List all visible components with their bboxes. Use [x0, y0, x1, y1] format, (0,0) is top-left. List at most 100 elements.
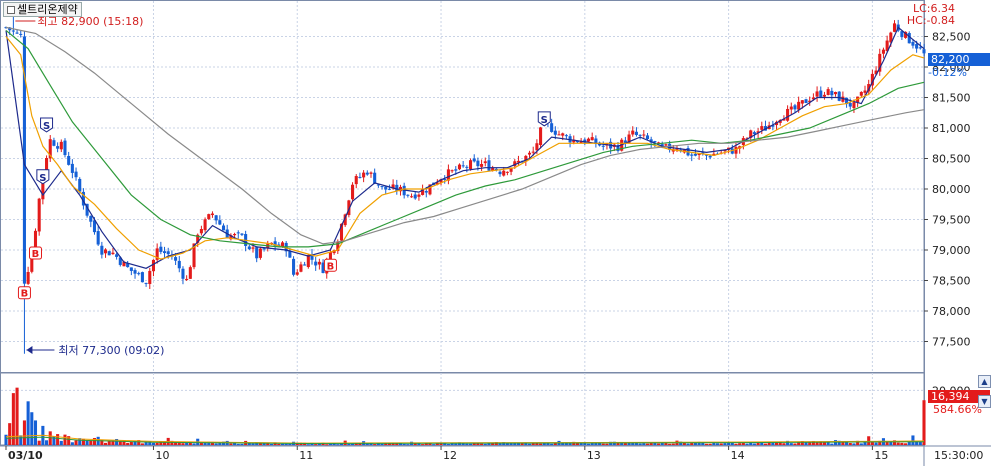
candle-body [881, 49, 885, 54]
volume-bar [19, 435, 23, 445]
volume-bar [539, 443, 543, 445]
candle-body [502, 170, 506, 176]
candle-body [247, 246, 251, 250]
panel-up-button[interactable]: ▲ [978, 375, 991, 388]
volume-bar [904, 443, 908, 445]
volume-bar [280, 443, 285, 445]
volume-bar [129, 441, 133, 445]
candle-body [207, 214, 211, 220]
price-tick-label: 82,500 [932, 31, 971, 44]
candle-body [45, 158, 49, 171]
volume-bar [104, 442, 108, 445]
signal-label: B [327, 261, 335, 272]
volume-bar [214, 443, 218, 445]
volume-bar [859, 443, 863, 445]
candle-body [151, 259, 156, 272]
candle-body [413, 194, 417, 199]
candle-body [863, 90, 867, 93]
candle-body [354, 176, 358, 185]
price-chart[interactable]: 82,50082,00081,50081,00080,50080,00079,5… [0, 0, 991, 466]
panel-down-button[interactable]: ▼ [978, 395, 991, 408]
candle-body [505, 171, 509, 173]
price-tick-label: 78,000 [932, 305, 971, 318]
candle-body [461, 165, 465, 167]
candle-body [830, 90, 834, 96]
candle-body [96, 231, 100, 245]
candle-body [480, 164, 484, 167]
candle-body [789, 106, 793, 110]
candle-body [642, 134, 646, 136]
volume-bar [586, 443, 591, 445]
volume-bar [719, 443, 723, 445]
volume-bar [745, 443, 749, 445]
candle-body [303, 264, 307, 266]
candle-body [819, 90, 823, 97]
volume-bar [277, 443, 281, 445]
volume-bar [406, 444, 410, 446]
candle-body [295, 272, 299, 275]
volume-bar [325, 444, 329, 446]
volume-bar [723, 443, 727, 445]
candle-body [557, 134, 561, 136]
volume-bar [181, 443, 185, 445]
price-panel [0, 0, 925, 373]
candle-body [210, 213, 214, 216]
volume-bar [870, 442, 874, 445]
volume-bar [668, 443, 672, 445]
volume-bar [63, 434, 67, 445]
candle-body [181, 268, 185, 279]
candle-body [837, 91, 841, 101]
candle-body [214, 215, 218, 221]
volume-bar [402, 443, 406, 445]
candle-body [129, 267, 133, 271]
candle-body [26, 272, 30, 284]
volume-bar [686, 443, 690, 445]
candle-body [734, 147, 738, 154]
candle-body [317, 261, 321, 265]
candle-body [564, 135, 568, 137]
price-tick-label: 80,500 [932, 153, 971, 166]
volume-bar [432, 444, 436, 446]
x-tick-label: 15 [874, 449, 888, 462]
candle-body [104, 249, 108, 254]
candle-body [922, 49, 926, 54]
x-tick-label: 10 [155, 449, 169, 462]
stock-title[interactable]: 셀트리온제약 [3, 2, 82, 17]
x-tick-label: 03/10 [8, 449, 43, 462]
x-tick-label: 11 [299, 449, 313, 462]
candle-body [362, 172, 366, 178]
candle-body [915, 44, 919, 49]
candle-body [174, 257, 178, 261]
candle-body [78, 178, 82, 192]
candle-body [645, 135, 650, 140]
candle-body [852, 102, 856, 109]
candle-body [822, 94, 826, 97]
volume-bar [645, 443, 650, 445]
candle-body [535, 143, 539, 151]
signal-label: S [541, 115, 548, 126]
candle-body [166, 251, 170, 255]
volume-bar [550, 443, 554, 445]
volume-bar [33, 420, 38, 445]
candle-body [804, 99, 808, 104]
candle-body [590, 137, 594, 141]
candle-body [859, 91, 863, 96]
volume-bar [192, 443, 196, 445]
candle-body [793, 105, 797, 110]
volume-bar [446, 444, 450, 446]
volume-bar [708, 443, 712, 445]
candle-body [89, 215, 93, 222]
volume-bar [638, 443, 642, 445]
volume-bar [155, 442, 159, 445]
candle-body [664, 144, 668, 146]
volume-bar [911, 435, 915, 445]
volume-bar [336, 444, 340, 446]
candle-body [833, 92, 838, 95]
candle-body [550, 123, 554, 132]
candle-body [369, 172, 373, 174]
volume-bar [922, 400, 926, 445]
candle-body [100, 245, 104, 255]
candle-body [262, 248, 266, 250]
volume-bar [185, 442, 189, 445]
volume-bar [74, 440, 78, 445]
